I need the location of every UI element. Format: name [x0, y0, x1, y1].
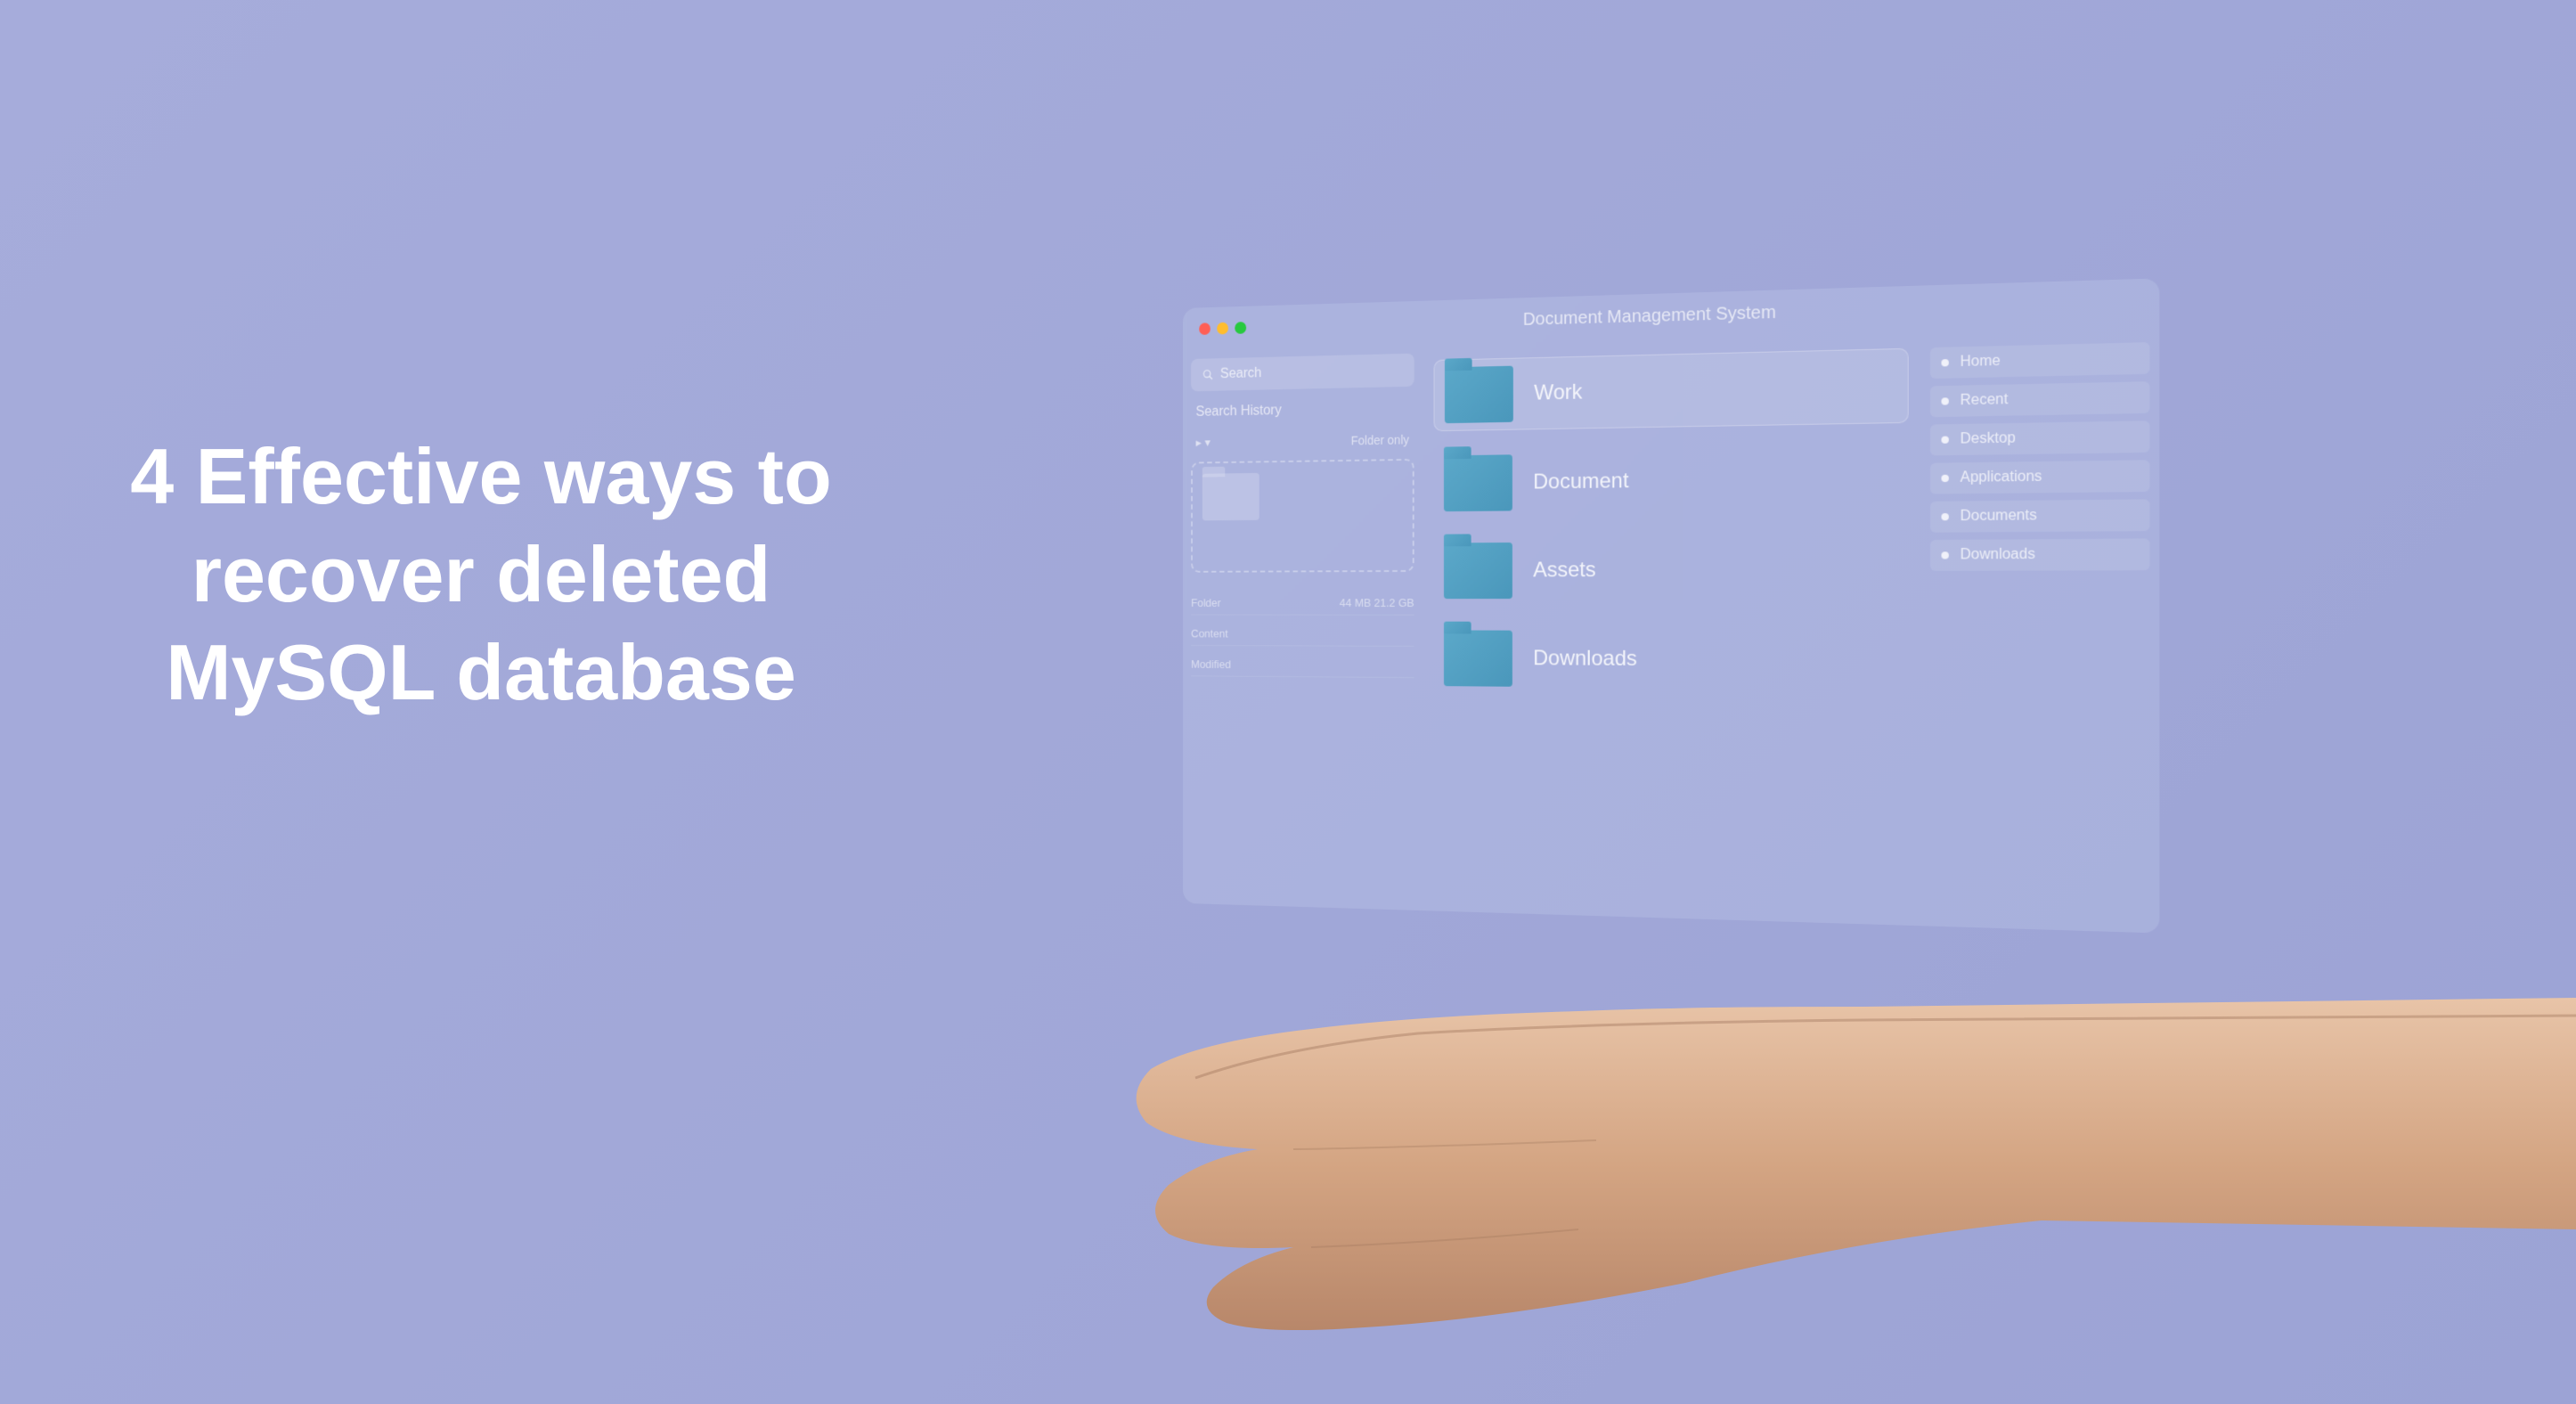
nav-item-desktop[interactable]: Desktop: [1930, 420, 2150, 455]
meta-section: Folder 44 MB 21.2 GB Content Modified: [1191, 591, 1414, 678]
folder-label: Assets: [1533, 558, 1595, 583]
bullet-icon: [1941, 551, 1948, 559]
sidebar-left: Search Search History ▸ ▾ Folder only Fo…: [1191, 354, 1414, 902]
nav-item-applications[interactable]: Applications: [1930, 460, 2150, 494]
bullet-icon: [1941, 359, 1948, 366]
folder-label: Downloads: [1533, 646, 1637, 671]
minimize-button[interactable]: [1217, 322, 1228, 335]
expand-icon[interactable]: ▸ ▾: [1196, 436, 1211, 451]
nav-label: Downloads: [1961, 547, 2035, 564]
app-window: Document Management System Search Search…: [1183, 278, 2159, 933]
headline-text: 4 Effective ways to recover deleted MySQ…: [116, 428, 846, 722]
meta-content-label: Content: [1191, 627, 1227, 640]
hand-image: [1062, 891, 2576, 1336]
traffic-lights: [1199, 322, 1246, 335]
meta-size-value: 44 MB 21.2 GB: [1340, 596, 1414, 609]
folder-list: Work Document Assets Downloads: [1427, 340, 1916, 917]
meta-modified-row: Modified: [1191, 653, 1414, 679]
nav-label: Applications: [1961, 469, 2042, 486]
search-input[interactable]: Search: [1191, 354, 1414, 392]
bullet-icon: [1941, 513, 1948, 520]
folder-label: Work: [1534, 380, 1582, 406]
search-icon: [1202, 369, 1214, 381]
meta-folder-row: Folder 44 MB 21.2 GB: [1191, 591, 1414, 615]
nav-label: Documents: [1961, 508, 2037, 525]
folder-label: Document: [1533, 469, 1628, 494]
meta-content-row: Content: [1191, 622, 1414, 647]
search-history-label: Search History: [1191, 397, 1414, 424]
meta-folder-label: Folder: [1191, 596, 1221, 608]
folder-only-label: Folder only: [1351, 432, 1409, 447]
folder-item-document[interactable]: Document: [1434, 441, 1909, 518]
nav-label: Recent: [1961, 392, 2009, 410]
window-title: Document Management System: [1523, 302, 1776, 330]
folder-icon: [1444, 543, 1512, 599]
folder-item-assets[interactable]: Assets: [1434, 533, 1909, 606]
bullet-icon: [1941, 475, 1948, 482]
maximize-button[interactable]: [1235, 322, 1246, 334]
meta-modified-label: Modified: [1191, 657, 1231, 671]
folder-icon: [1444, 630, 1512, 686]
folder-icon: [1445, 366, 1513, 424]
window-body: Search Search History ▸ ▾ Folder only Fo…: [1183, 325, 2159, 934]
folder-icon: [1202, 473, 1259, 520]
nav-item-documents[interactable]: Documents: [1930, 499, 2150, 532]
search-placeholder: Search: [1220, 366, 1261, 382]
folder-only-row: ▸ ▾ Folder only: [1191, 430, 1414, 452]
nav-item-recent[interactable]: Recent: [1930, 381, 2150, 417]
folder-preview: [1191, 459, 1414, 573]
close-button[interactable]: [1199, 322, 1211, 335]
nav-item-downloads[interactable]: Downloads: [1930, 538, 2150, 570]
bullet-icon: [1941, 437, 1948, 444]
bullet-icon: [1941, 397, 1948, 404]
nav-label: Desktop: [1961, 430, 2016, 448]
sidebar-right: Home Recent Desktop Applications Documen…: [1930, 335, 2150, 924]
nav-label: Home: [1961, 354, 2001, 371]
folder-icon: [1444, 454, 1512, 511]
folder-item-downloads[interactable]: Downloads: [1434, 624, 1909, 698]
nav-item-home[interactable]: Home: [1930, 342, 2150, 379]
folder-item-work[interactable]: Work: [1434, 348, 1909, 431]
